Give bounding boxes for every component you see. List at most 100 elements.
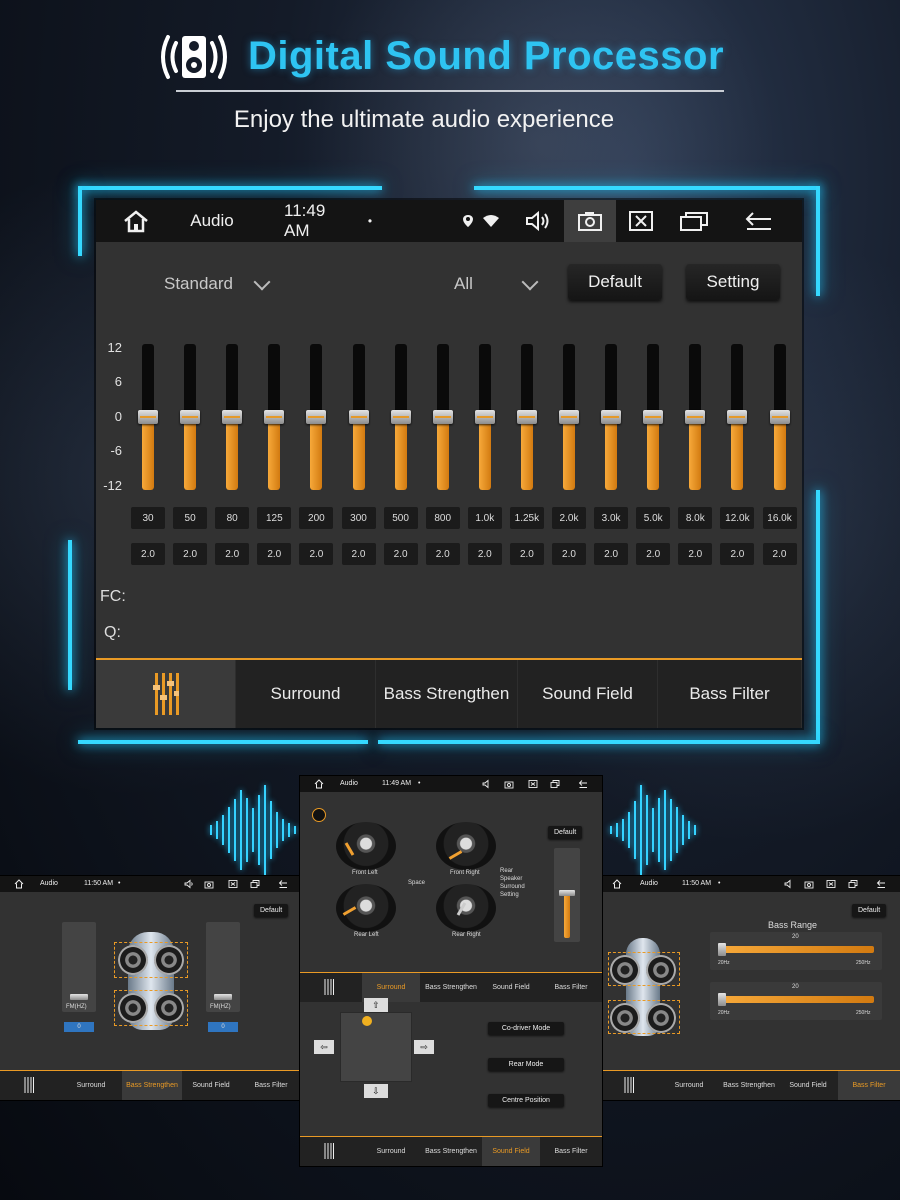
tab-sound-field[interactable]: Sound Field — [182, 1071, 240, 1100]
eq-slider[interactable] — [516, 344, 537, 490]
q-value-box[interactable]: 2.0 — [762, 543, 797, 565]
tab-bass-strengthen[interactable]: Bass Strengthen — [376, 660, 518, 728]
tab-bass-filter[interactable]: Bass Filter — [658, 660, 802, 728]
rear-mode-button[interactable]: Rear Mode — [488, 1058, 564, 1071]
tab-bass-strengthen[interactable]: Bass Strengthen — [420, 973, 482, 1002]
tab-bass-strengthen[interactable]: Bass Strengthen — [122, 1071, 182, 1100]
camera-icon[interactable] — [204, 879, 214, 889]
q-value-box[interactable]: 2.0 — [636, 543, 671, 565]
back-arrow-icon[interactable] — [876, 879, 886, 889]
slider-knob[interactable] — [559, 410, 579, 424]
centre-position-button[interactable]: Centre Position — [488, 1094, 564, 1107]
tab-bass-filter[interactable]: Bass Filter — [540, 1137, 602, 1166]
equalizer-icon[interactable] — [324, 978, 334, 996]
slider-knob[interactable] — [601, 410, 622, 424]
fc-value-box[interactable]: 3.0k — [594, 507, 629, 529]
eq-slider[interactable] — [643, 344, 664, 490]
slider-knob[interactable] — [214, 994, 232, 1000]
home-icon[interactable] — [612, 879, 622, 889]
tab-bass-strengthen[interactable]: Bass Strengthen — [420, 1137, 482, 1166]
front-left-dial[interactable] — [336, 822, 396, 870]
fc-value-box[interactable]: 50 — [173, 507, 208, 529]
windows-icon[interactable] — [848, 879, 858, 889]
setting-button[interactable]: Setting — [686, 264, 780, 300]
tab-bass-filter[interactable]: Bass Filter — [540, 973, 602, 1002]
fc-value-box[interactable]: 300 — [341, 507, 376, 529]
slider-knob[interactable] — [432, 410, 453, 424]
fc-value-box[interactable]: 1.0k — [467, 507, 502, 529]
fc-value-box[interactable]: 200 — [299, 507, 334, 529]
fc-value-box[interactable]: 5.0k — [636, 507, 671, 529]
range-knob[interactable] — [718, 943, 726, 956]
fc-value-box[interactable]: 80 — [215, 507, 250, 529]
q-value-box[interactable]: 2.0 — [594, 543, 629, 565]
tab-surround[interactable]: Surround — [60, 1071, 122, 1100]
power-button[interactable] — [312, 808, 326, 822]
down-arrow-button[interactable]: ⇩ — [364, 1084, 388, 1098]
q-value-box[interactable]: 2.0 — [509, 543, 544, 565]
eq-slider[interactable] — [138, 344, 158, 490]
slider-knob[interactable] — [474, 410, 495, 424]
slider-knob[interactable] — [264, 410, 285, 424]
tab-surround[interactable]: Surround — [236, 660, 376, 728]
slider-knob[interactable] — [348, 410, 369, 424]
close-box-icon[interactable] — [826, 879, 836, 889]
fc-value-box[interactable]: 16.0k — [762, 507, 797, 529]
default-button[interactable]: Default — [568, 264, 662, 300]
eq-slider[interactable] — [727, 344, 748, 490]
slider-knob[interactable] — [769, 410, 790, 424]
front-right-dial[interactable] — [436, 822, 496, 870]
up-arrow-button[interactable]: ⇧ — [364, 998, 388, 1012]
eq-slider[interactable] — [474, 344, 495, 490]
back-button[interactable] — [736, 200, 782, 242]
tab-sound-field[interactable]: Sound Field — [518, 660, 658, 728]
close-app-button[interactable] — [622, 200, 660, 242]
eq-slider[interactable] — [601, 344, 622, 490]
fc-value-box[interactable]: 125 — [257, 507, 292, 529]
recent-apps-button[interactable] — [674, 200, 714, 242]
slider-knob[interactable] — [70, 994, 88, 1000]
tab-sound-field[interactable]: Sound Field — [482, 1137, 540, 1166]
eq-slider[interactable] — [685, 344, 706, 490]
left-arrow-button[interactable]: ⇦ — [314, 1040, 334, 1054]
slider-knob[interactable] — [727, 410, 748, 424]
camera-icon[interactable] — [804, 879, 814, 889]
close-box-icon[interactable] — [528, 779, 538, 789]
volume-icon[interactable] — [184, 879, 194, 889]
q-value-box[interactable]: 2.0 — [383, 543, 418, 565]
slider-knob[interactable] — [390, 410, 411, 424]
tab-bass-filter[interactable]: Bass Filter — [240, 1071, 302, 1100]
q-value-box[interactable]: 2.0 — [215, 543, 250, 565]
tab-surround[interactable]: Surround — [362, 1137, 420, 1166]
home-button[interactable] — [116, 200, 156, 242]
slider-knob[interactable] — [306, 410, 327, 424]
fc-value-box[interactable]: 500 — [383, 507, 418, 529]
slider-knob[interactable] — [222, 410, 243, 424]
channel-dropdown[interactable]: All — [454, 274, 473, 294]
eq-slider[interactable] — [432, 344, 453, 490]
chevron-down-icon[interactable] — [521, 273, 539, 291]
equalizer-icon[interactable] — [324, 1142, 334, 1160]
preset-dropdown[interactable]: Standard — [164, 274, 233, 294]
q-value-box[interactable]: 2.0 — [299, 543, 334, 565]
fc-value-box[interactable]: 30 — [131, 507, 165, 529]
tab-sound-field[interactable]: Sound Field — [482, 973, 540, 1002]
q-value-box[interactable]: 2.0 — [341, 543, 376, 565]
eq-slider[interactable] — [559, 344, 579, 490]
equalizer-icon[interactable] — [624, 1076, 634, 1094]
default-button[interactable]: Default — [254, 904, 289, 917]
position-marker[interactable] — [362, 1016, 372, 1026]
q-value-box[interactable]: 2.0 — [131, 543, 165, 565]
right-arrow-button[interactable]: ⇨ — [414, 1040, 434, 1054]
eq-slider[interactable] — [264, 344, 285, 490]
fc-value-box[interactable]: 800 — [425, 507, 460, 529]
fc-value-box[interactable]: 1.25k — [509, 507, 544, 529]
close-box-icon[interactable] — [228, 879, 238, 889]
tab-bass-filter[interactable]: Bass Filter — [838, 1071, 900, 1100]
home-icon[interactable] — [14, 879, 24, 889]
fc-value-box[interactable]: 12.0k — [720, 507, 755, 529]
volume-icon[interactable] — [784, 879, 794, 889]
q-value-box[interactable]: 2.0 — [425, 543, 460, 565]
volume-icon[interactable] — [482, 779, 492, 789]
eq-slider[interactable] — [306, 344, 327, 490]
